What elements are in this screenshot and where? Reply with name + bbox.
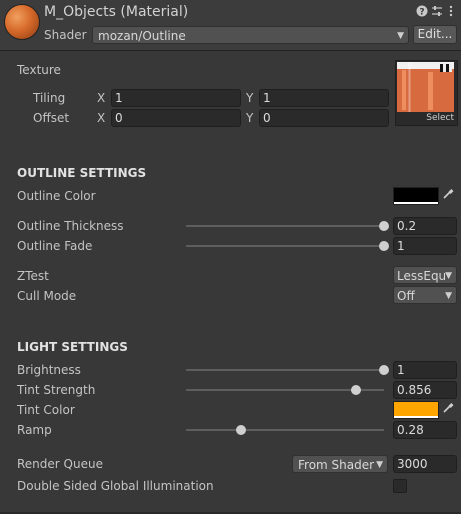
menu-icon[interactable] — [445, 5, 457, 17]
help-icon[interactable]: ? — [416, 5, 428, 18]
outline-color-label: Outline Color — [17, 189, 96, 203]
outline-fade-field[interactable]: 1 — [393, 237, 457, 255]
eyedropper-icon[interactable] — [440, 401, 456, 419]
texture-select-button[interactable]: Select — [397, 112, 454, 124]
outline-thickness-track[interactable] — [186, 225, 384, 227]
texture-label: Texture — [17, 63, 61, 77]
tiling-y-field[interactable]: 1 — [259, 89, 389, 107]
outline-fade-label: Outline Fade — [17, 239, 93, 253]
texture-detail — [402, 70, 406, 110]
presets-icon[interactable] — [431, 5, 443, 17]
offset-y-label: Y — [246, 111, 254, 125]
render-queue-dropdown[interactable]: From Shader ▼ — [292, 455, 388, 473]
edit-shader-button[interactable]: Edit... — [413, 25, 457, 44]
tiling-label: Tiling — [33, 91, 66, 105]
outline-thickness-label: Outline Thickness — [17, 219, 124, 233]
offset-label: Offset — [33, 111, 70, 125]
material-preview-icon — [4, 4, 40, 40]
outline-color-swatch[interactable] — [393, 187, 439, 205]
chevron-down-icon: ▼ — [376, 460, 383, 470]
cull-mode-dropdown[interactable]: Off ▼ — [393, 286, 457, 304]
texture-detail — [440, 64, 452, 72]
brightness-label: Brightness — [17, 363, 81, 377]
texture-detail — [428, 72, 433, 110]
brightness-field[interactable]: 1 — [393, 361, 457, 379]
offset-x-label: X — [97, 111, 106, 125]
material-title: M_Objects (Material) — [44, 4, 189, 20]
tiling-x-field[interactable]: 1 — [111, 89, 241, 107]
ramp-field[interactable]: 0.28 — [393, 421, 457, 439]
tint-color-swatch[interactable] — [393, 401, 439, 419]
light-section-title: LIGHT SETTINGS — [17, 340, 128, 354]
ramp-label: Ramp — [17, 423, 52, 437]
outline-color-fill — [394, 188, 438, 202]
eyedropper-icon[interactable] — [440, 187, 456, 205]
shader-dropdown[interactable]: mozan/Outline ▼ — [92, 26, 409, 44]
tiling-x-label: X — [97, 91, 106, 105]
tint-strength-field[interactable]: 0.856 — [393, 381, 457, 399]
tint-strength-thumb[interactable] — [351, 385, 362, 395]
brightness-track[interactable] — [186, 369, 384, 371]
ramp-thumb[interactable] — [236, 425, 247, 435]
shader-value: mozan/Outline — [98, 29, 186, 43]
tiling-y-label: Y — [246, 91, 254, 105]
alpha-bar — [394, 416, 438, 418]
cull-mode-value: Off — [397, 289, 415, 303]
outline-fade-track[interactable] — [186, 245, 384, 247]
render-queue-label: Render Queue — [17, 457, 103, 471]
shader-label: Shader — [44, 28, 87, 42]
chevron-down-icon: ▼ — [397, 31, 404, 41]
outline-thickness-thumb[interactable] — [379, 221, 389, 231]
cull-mode-label: Cull Mode — [17, 289, 77, 303]
outline-fade-thumb[interactable] — [379, 241, 389, 251]
tint-color-fill — [394, 402, 438, 416]
outline-section-title: OUTLINE SETTINGS — [17, 166, 147, 180]
chevron-down-icon: ▼ — [445, 291, 452, 301]
alpha-bar — [394, 202, 438, 204]
double-sided-gi-checkbox[interactable] — [393, 479, 407, 493]
ztest-dropdown[interactable]: LessEqu ▼ — [393, 266, 457, 284]
offset-x-field[interactable]: 0 — [111, 109, 241, 127]
brightness-thumb[interactable] — [379, 365, 389, 375]
ztest-value: LessEqu — [397, 269, 447, 283]
tint-strength-label: Tint Strength — [17, 383, 96, 397]
render-queue-field[interactable]: 3000 — [393, 455, 457, 473]
offset-y-field[interactable]: 0 — [259, 109, 389, 127]
double-sided-gi-label: Double Sided Global Illumination — [17, 479, 214, 493]
ztest-label: ZTest — [17, 269, 49, 283]
chevron-down-icon: ▼ — [445, 271, 452, 281]
ramp-track[interactable] — [186, 429, 384, 431]
outline-thickness-field[interactable]: 0.2 — [393, 217, 457, 235]
svg-text:?: ? — [419, 8, 424, 18]
render-queue-mode: From Shader — [298, 458, 375, 472]
tint-color-label: Tint Color — [17, 403, 75, 417]
